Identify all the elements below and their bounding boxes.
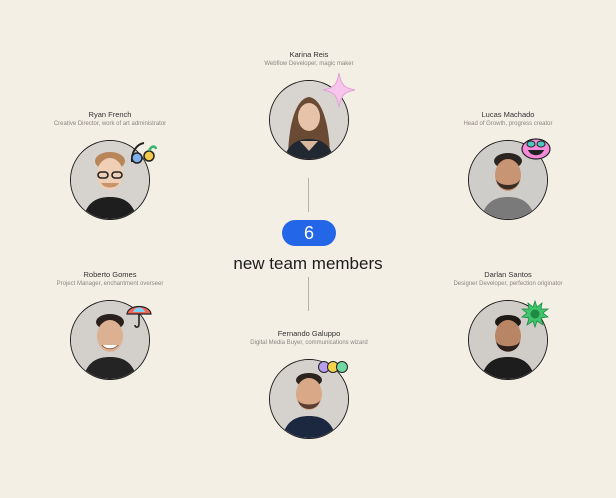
member-label-lucas: Lucas Machado Head of Growth, progress c… <box>418 110 598 129</box>
member-name: Karina Reis <box>289 50 329 59</box>
member-name: Fernando Galuppo <box>277 329 341 338</box>
member-label-fernando: Fernando Galuppo Digital Media Buyer, co… <box>219 329 399 348</box>
member-role: Creative Director, work of art administr… <box>53 121 167 127</box>
member-label-karina: Karina Reis Webflow Developer, magic mak… <box>219 50 399 69</box>
member-role: Head of Growth, progress creator <box>463 121 553 127</box>
member-role: Designer Developer, perfection originato… <box>453 281 563 287</box>
member-name: Lucas Machado <box>481 110 535 119</box>
member-label-darlan: Darlan Santos Designer Developer, perfec… <box>418 270 598 289</box>
sparkle-icon <box>322 72 356 108</box>
member-role: Project Manager, enchantment overseer <box>56 281 164 287</box>
member-count-badge: 6 <box>282 220 336 246</box>
member-label-ryan: Ryan French Creative Director, work of a… <box>20 110 200 129</box>
member-name: Ryan French <box>88 110 132 119</box>
headline: new team members <box>233 254 383 273</box>
member-label-roberto: Roberto Gomes Project Manager, enchantme… <box>20 270 200 289</box>
connector-line-top <box>308 178 309 212</box>
member-role: Webflow Developer, magic maker <box>264 61 354 67</box>
member-role: Digital Media Buyer, communications wiza… <box>250 340 368 346</box>
connector-line-bottom <box>308 277 309 311</box>
burst-sticker-icon <box>521 300 549 328</box>
member-name: Darlan Santos <box>484 270 532 279</box>
dots-sticker-icon <box>318 361 348 373</box>
umbrella-sticker-icon <box>126 305 152 328</box>
glasses-sticker-icon <box>130 142 158 164</box>
member-name: Roberto Gomes <box>83 270 137 279</box>
smiley-sticker-icon <box>521 138 551 160</box>
